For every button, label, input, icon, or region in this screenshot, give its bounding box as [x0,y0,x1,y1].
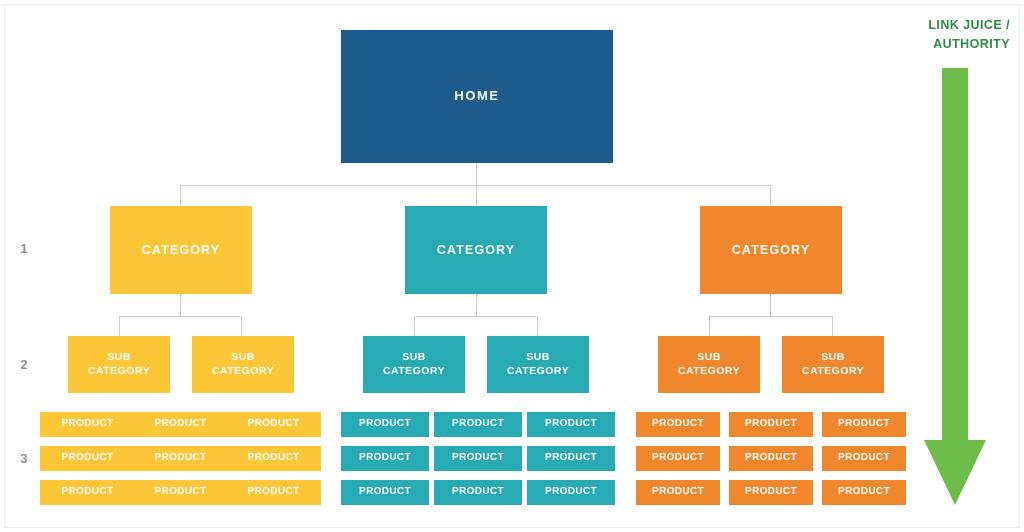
node-product-1-r2-c3[interactable]: PRODUCT [226,446,321,471]
node-product-2-r1-c2[interactable]: PRODUCT [434,412,522,437]
node-category-1[interactable]: CATEGORY [110,206,252,294]
node-product-2-r2-c3[interactable]: PRODUCT [527,446,615,471]
node-subcategory-1-1[interactable]: SUB CATEGORY [68,336,170,393]
node-product-1-r3-c3[interactable]: PRODUCT [226,480,321,505]
node-product-2-r2-c1[interactable]: PRODUCT [341,446,429,471]
level-number-1: 1 [20,241,28,256]
connector-to-sub-2-1 [414,316,415,336]
subcategory-label-line1: SUB [402,351,426,364]
subcategory-label-line2: CATEGORY [506,364,570,377]
connector-cat3-bus [709,316,832,317]
connector-cat3-stem [770,294,771,316]
connector-to-category-2 [476,185,477,207]
connector-cat2-bus [414,316,537,317]
node-product-3-r2-c2[interactable]: PRODUCT [729,446,813,471]
node-product-3-r2-c3[interactable]: PRODUCT [822,446,906,471]
subcategory-label-line1: SUB [821,351,845,364]
node-product-1-r2-c2[interactable]: PRODUCT [133,446,228,471]
subcategory-label-line2: CATEGORY [801,364,865,377]
node-product-3-r1-c2[interactable]: PRODUCT [729,412,813,437]
subcategory-label-line2: CATEGORY [87,364,151,377]
node-subcategory-1-2[interactable]: SUB CATEGORY [192,336,294,393]
subcategory-label-line2: CATEGORY [382,364,446,377]
node-product-2-r2-c2[interactable]: PRODUCT [434,446,522,471]
node-product-1-r1-c3[interactable]: PRODUCT [226,412,321,437]
link-juice-label-line1: LINK JUICE / [928,18,1010,32]
node-subcategory-2-2[interactable]: SUB CATEGORY [487,336,589,393]
node-subcategory-2-1[interactable]: SUB CATEGORY [363,336,465,393]
subcategory-label-line2: CATEGORY [677,364,741,377]
node-home[interactable]: HOME [341,30,613,163]
connector-to-sub-3-1 [709,316,710,336]
level-number-2: 2 [20,357,28,372]
connector-to-sub-2-2 [537,316,538,336]
subcategory-label: SUB CATEGORY [678,351,740,378]
node-product-1-r1-c2[interactable]: PRODUCT [133,412,228,437]
link-juice-label-line2: AUTHORITY [933,36,1010,51]
subcategory-label: SUB CATEGORY [802,351,864,378]
connector-cat1-bus [119,316,242,317]
node-product-3-r3-c2[interactable]: PRODUCT [729,480,813,505]
subcategory-label-line1: SUB [231,351,255,364]
connector-to-category-1 [180,185,181,207]
node-product-1-r2-c1[interactable]: PRODUCT [40,446,135,471]
subcategory-label: SUB CATEGORY [212,351,274,378]
connector-to-category-3 [770,185,771,207]
node-product-3-r1-c1[interactable]: PRODUCT [636,412,720,437]
node-product-1-r3-c1[interactable]: PRODUCT [40,480,135,505]
node-category-3[interactable]: CATEGORY [700,206,842,294]
node-subcategory-3-1[interactable]: SUB CATEGORY [658,336,760,393]
subcategory-label: SUB CATEGORY [507,351,569,378]
subcategory-label: SUB CATEGORY [88,351,150,378]
node-product-3-r3-c3[interactable]: PRODUCT [822,480,906,505]
node-subcategory-3-2[interactable]: SUB CATEGORY [782,336,884,393]
node-product-2-r3-c1[interactable]: PRODUCT [341,480,429,505]
connector-cat1-stem [180,294,181,316]
connector-to-sub-1-2 [241,316,242,336]
connector-cat2-stem [476,294,477,316]
subcategory-label-line1: SUB [697,351,721,364]
subcategory-label-line1: SUB [526,351,550,364]
down-arrow-icon [915,68,995,508]
connector-home-stem [476,163,477,186]
connector-to-sub-3-2 [832,316,833,336]
node-product-3-r2-c1[interactable]: PRODUCT [636,446,720,471]
subcategory-label-line1: SUB [107,351,131,364]
node-product-2-r1-c3[interactable]: PRODUCT [527,412,615,437]
node-product-1-r1-c1[interactable]: PRODUCT [40,412,135,437]
connector-to-sub-1-1 [119,316,120,336]
node-product-3-r1-c3[interactable]: PRODUCT [822,412,906,437]
level-number-3: 3 [20,451,28,466]
node-category-2[interactable]: CATEGORY [405,206,547,294]
site-architecture-diagram: 1 2 3 HOME CATEGORY SUB CATEGORY SUB CATEG… [0,0,1024,532]
node-product-2-r1-c1[interactable]: PRODUCT [341,412,429,437]
link-juice-label: LINK JUICE / AUTHORITY [880,16,1010,54]
subcategory-label: SUB CATEGORY [383,351,445,378]
subcategory-label-line2: CATEGORY [211,364,275,377]
node-product-2-r3-c2[interactable]: PRODUCT [434,480,522,505]
node-product-1-r3-c2[interactable]: PRODUCT [133,480,228,505]
node-product-2-r3-c3[interactable]: PRODUCT [527,480,615,505]
node-product-3-r3-c1[interactable]: PRODUCT [636,480,720,505]
